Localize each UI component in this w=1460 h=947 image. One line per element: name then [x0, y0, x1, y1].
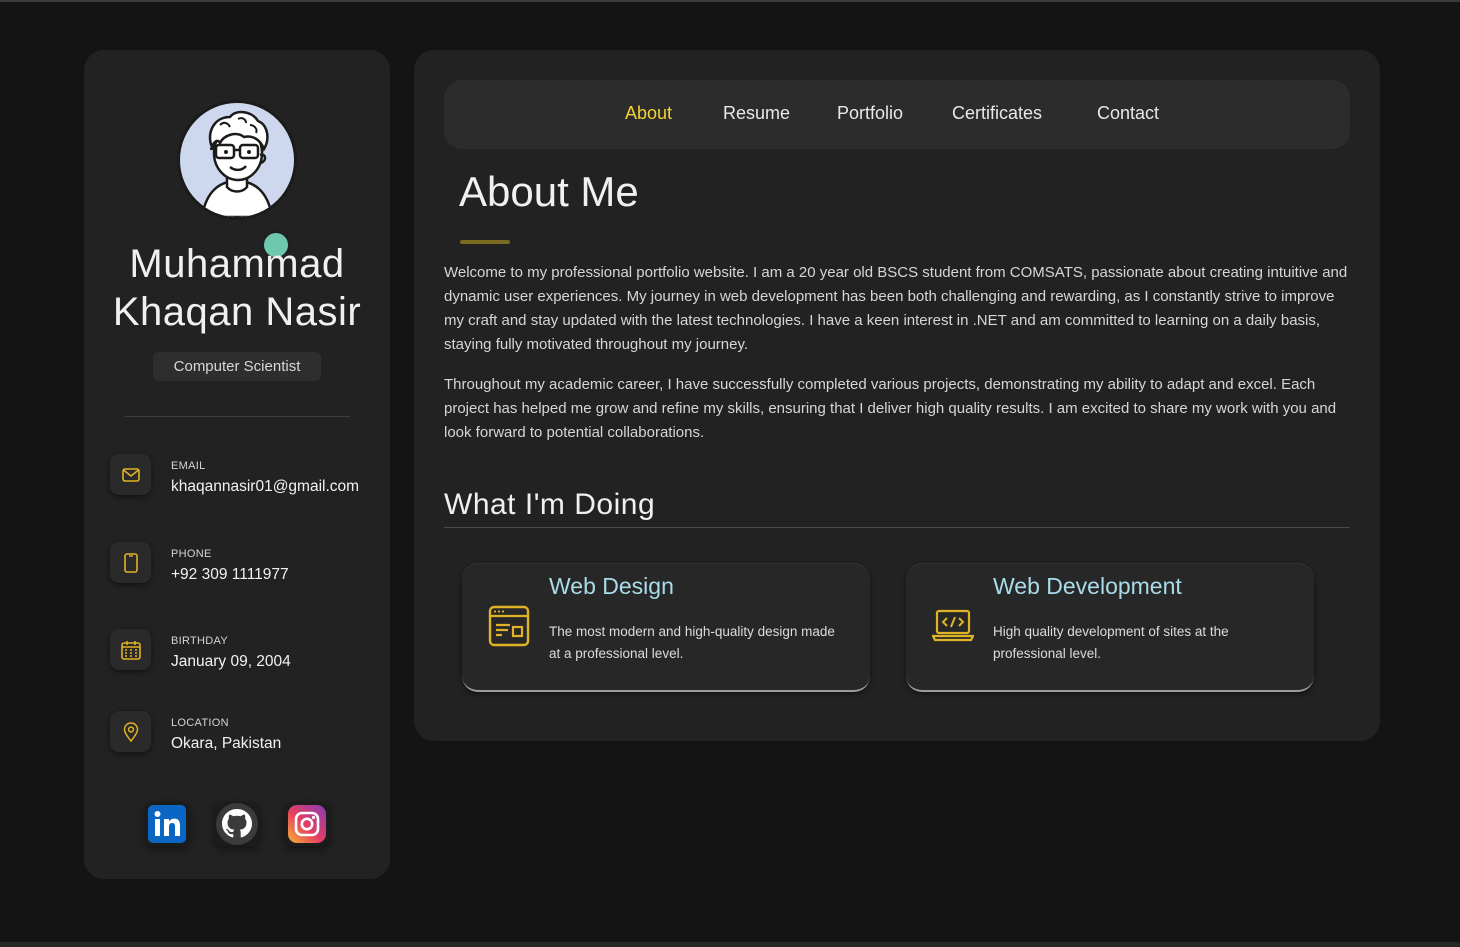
nav-contact[interactable]: Contact [1097, 80, 1159, 149]
nav-about[interactable]: About [625, 80, 672, 149]
contact-phone: PHONE +92 309 1111977 [110, 542, 380, 592]
location-value: Okara, Pakistan [171, 735, 282, 752]
nav-portfolio[interactable]: Portfolio [837, 80, 903, 149]
top-navbar: About Resume Portfolio Certificates Cont… [444, 80, 1350, 149]
mail-icon [110, 454, 151, 495]
birthday-value: January 09, 2004 [171, 653, 291, 670]
contact-label: LOCATION [171, 717, 229, 729]
profile-title-badge: Computer Scientist [153, 352, 321, 381]
service-title: Web Design [549, 573, 674, 599]
calendar-icon [110, 629, 151, 670]
avatar [177, 100, 297, 260]
phone-icon [110, 542, 151, 583]
location-pin-icon [110, 711, 151, 752]
window-bottom-bar [0, 942, 1460, 947]
nav-resume[interactable]: Resume [723, 80, 790, 149]
sidebar-divider [124, 416, 350, 417]
profile-sidebar: Muhammad Khaqan Nasir Computer Scientist… [84, 50, 390, 879]
contact-email: EMAIL khaqannasir01@gmail.com [110, 454, 380, 504]
code-laptop-icon [931, 605, 975, 647]
nav-certificates[interactable]: Certificates [952, 80, 1042, 149]
linkedin-icon[interactable] [145, 802, 189, 846]
window-top-border [0, 0, 1460, 2]
service-text: The most modern and high-quality design … [549, 624, 835, 661]
github-icon[interactable] [215, 802, 259, 846]
contact-location: LOCATION Okara, Pakistan [110, 711, 380, 761]
about-paragraph: Welcome to my professional portfolio web… [444, 264, 1348, 353]
section-title: What I'm Doing [444, 488, 656, 521]
contact-label: PHONE [171, 548, 212, 560]
social-links [84, 802, 390, 846]
profile-name: Muhammad Khaqan Nasir [112, 242, 362, 334]
service-title: Web Development [993, 573, 1182, 599]
contact-birthday: BIRTHDAY January 09, 2004 [110, 629, 380, 679]
section-divider [444, 527, 1350, 528]
contact-label: EMAIL [171, 460, 206, 472]
instagram-icon[interactable] [285, 802, 329, 846]
contact-label: BIRTHDAY [171, 635, 229, 647]
phone-link[interactable]: +92 309 1111977 [171, 566, 289, 584]
web-design-icon [488, 605, 530, 647]
main-content: About Resume Portfolio Certificates Cont… [414, 50, 1380, 741]
service-text: High quality development of sites at the… [993, 624, 1229, 661]
about-paragraph: Throughout my academic career, I have su… [444, 376, 1337, 441]
page-title: About Me [459, 168, 639, 215]
service-card-web-development: Web Development High quality development… [906, 563, 1314, 692]
service-card-web-design: Web Design The most modern and high-qual… [462, 563, 870, 692]
avatar-image [177, 100, 297, 220]
email-link[interactable]: khaqannasir01@gmail.com [171, 478, 359, 496]
title-underline [460, 240, 510, 244]
